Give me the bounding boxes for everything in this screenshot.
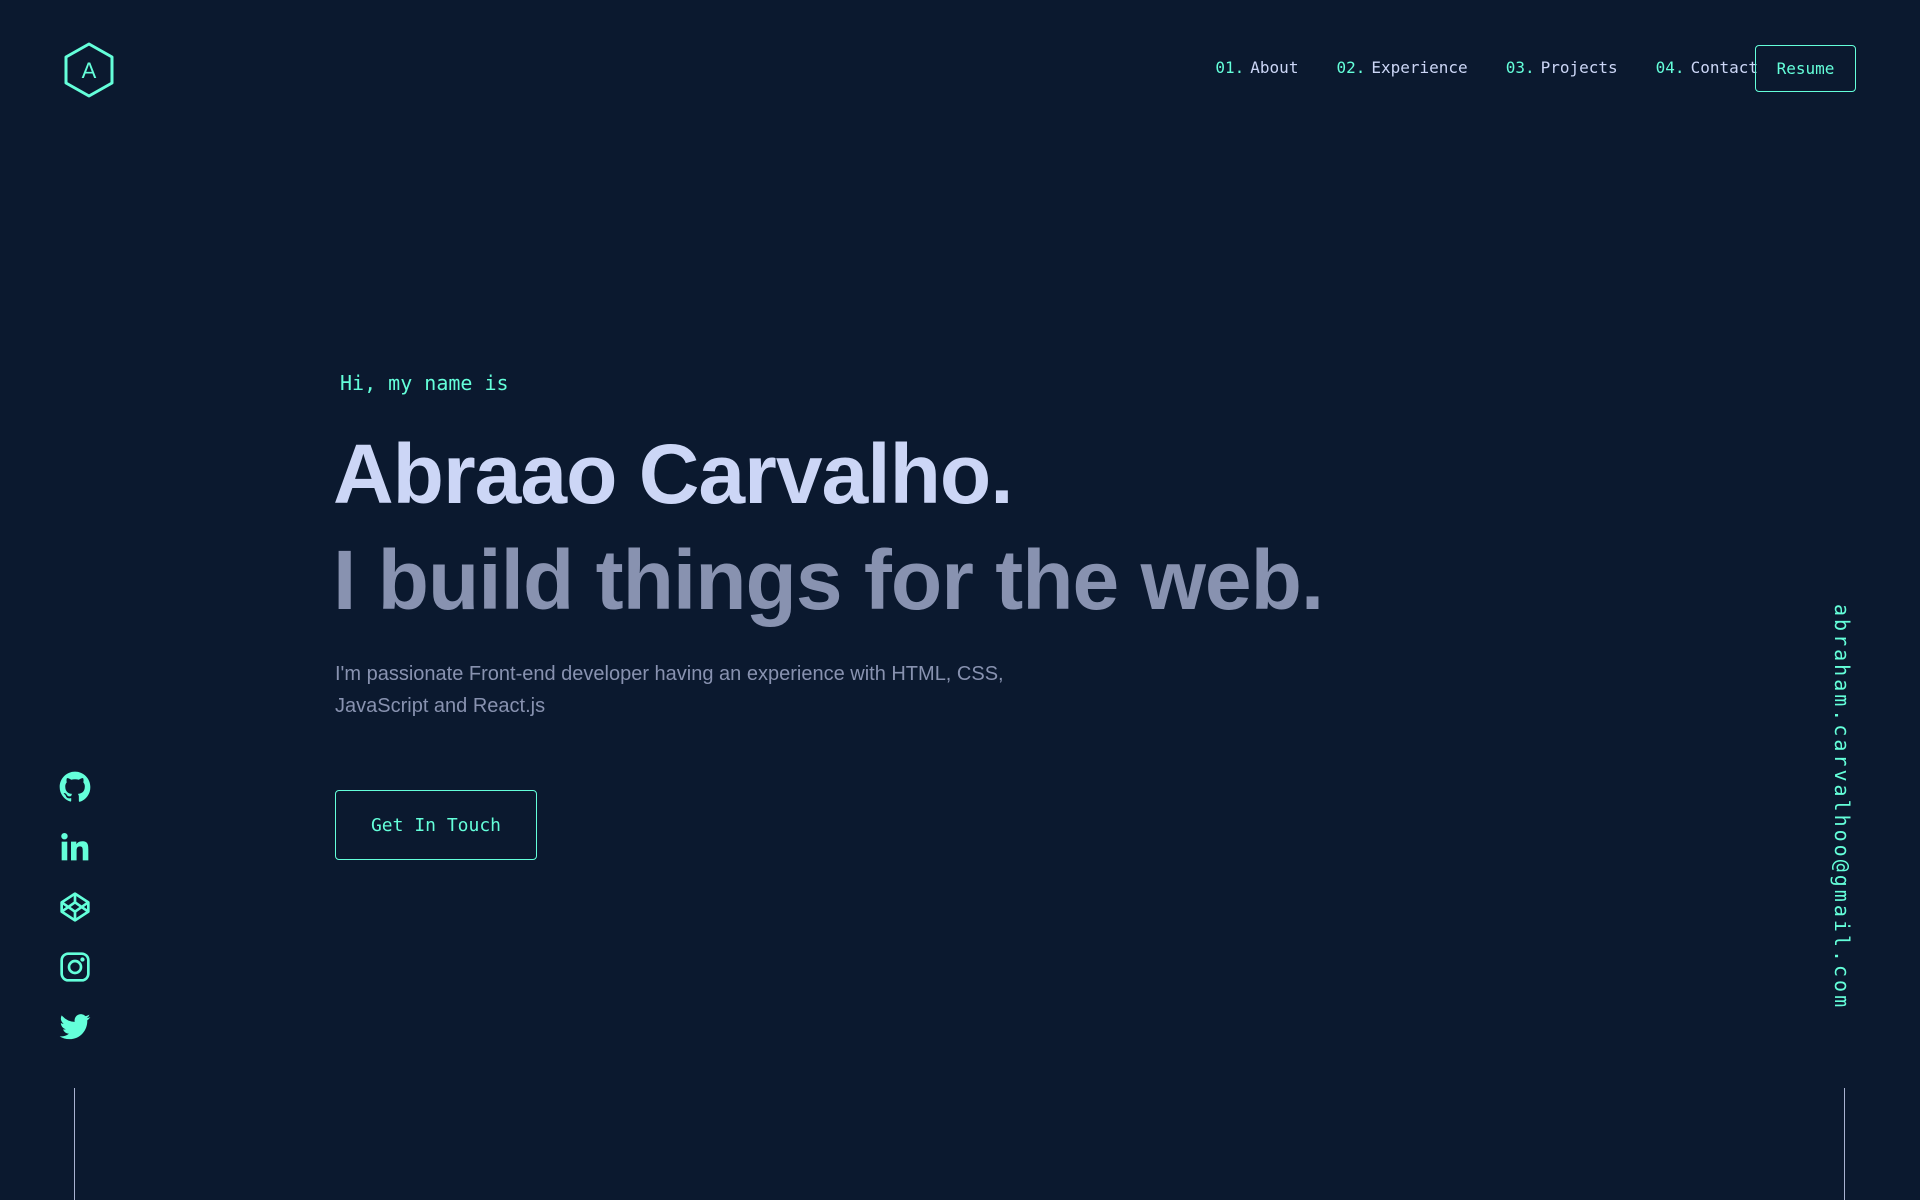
nav-label: Contact (1690, 58, 1758, 77)
hero-greeting: Hi, my name is (340, 371, 509, 395)
nav-item-contact[interactable]: 04. Contact (1656, 56, 1758, 80)
nav-item-about[interactable]: 01. About (1215, 56, 1298, 80)
twitter-link[interactable] (58, 1010, 92, 1044)
nav-label: Projects (1540, 58, 1618, 77)
nav-item-projects[interactable]: 03. Projects (1506, 56, 1618, 80)
nav-number: 01. (1215, 58, 1245, 77)
left-rail-line (74, 1088, 75, 1200)
email-rail: abraham.carvalhoo@gmail.com (1820, 560, 1864, 1054)
main-nav: 01. About 02. Experience 03. Projects 04. Co… (1215, 56, 1758, 80)
github-link[interactable] (58, 770, 92, 804)
hexagon-logo-icon: A (64, 42, 114, 98)
hero-description: I'm passionate Front-end developer havin… (335, 663, 1004, 717)
linkedin-link[interactable] (58, 830, 92, 864)
instagram-icon (60, 952, 90, 982)
logo[interactable]: A (63, 41, 115, 99)
nav-label: Experience (1371, 58, 1468, 77)
linkedin-icon (61, 833, 89, 861)
nav-number: 03. (1505, 58, 1535, 77)
social-links (56, 770, 94, 1044)
instagram-link[interactable] (58, 950, 92, 984)
right-rail-line (1844, 1088, 1845, 1200)
logo-letter: A (82, 58, 97, 83)
twitter-icon (59, 1014, 91, 1040)
hero-name: Abraao Carvalho. (333, 427, 1014, 521)
resume-button[interactable]: Resume (1755, 45, 1856, 92)
get-in-touch-button[interactable]: Get In Touch (335, 790, 537, 860)
codepen-icon (60, 892, 90, 922)
hero-tagline: I build things for the web. (333, 533, 1324, 627)
github-icon (59, 771, 91, 802)
nav-number: 02. (1336, 58, 1366, 77)
nav-item-experience[interactable]: 02. Experience (1336, 56, 1467, 80)
nav-label: About (1250, 58, 1299, 77)
email-link[interactable]: abraham.carvalhoo@gmail.com (1830, 604, 1854, 1010)
nav-number: 04. (1655, 58, 1685, 77)
codepen-link[interactable] (58, 890, 92, 924)
